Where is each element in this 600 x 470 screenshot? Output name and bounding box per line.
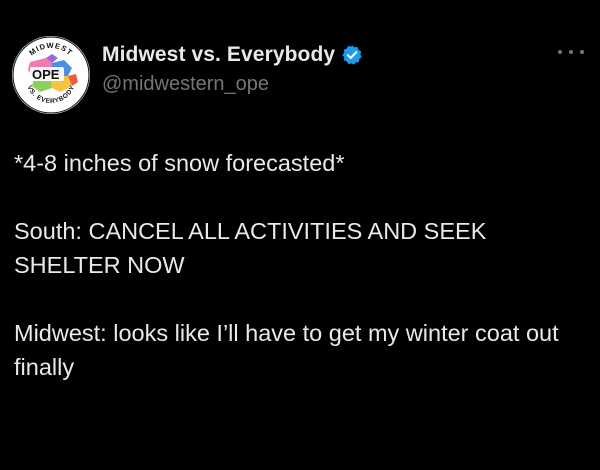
tweet-paragraph: Midwest: looks like I’ll have to get my … (14, 320, 559, 380)
name-row: Midwest vs. Everybody (102, 41, 363, 69)
tweet-paragraph: South: CANCEL ALL ACTIVITIES AND SEEK SH… (14, 218, 487, 278)
author-info: Midwest vs. Everybody @midwestern_ope (102, 41, 363, 96)
avatar-logo-icon: OPE MIDWEST VS. EVERYBODY (12, 36, 90, 114)
user-handle[interactable]: @midwestern_ope (102, 73, 363, 96)
tweet-text: *4-8 inches of snow forecasted* South: C… (14, 146, 584, 384)
tweet-paragraph: *4-8 inches of snow forecasted* (14, 150, 345, 176)
display-name[interactable]: Midwest vs. Everybody (102, 43, 335, 67)
avatar-center-text: OPE (32, 67, 60, 82)
tweet: OPE MIDWEST VS. EVERYBODY Midwest vs. Ev… (0, 0, 600, 470)
avatar[interactable]: OPE MIDWEST VS. EVERYBODY (12, 36, 90, 114)
verified-badge-icon (341, 44, 363, 66)
more-options-icon[interactable] (558, 42, 584, 62)
